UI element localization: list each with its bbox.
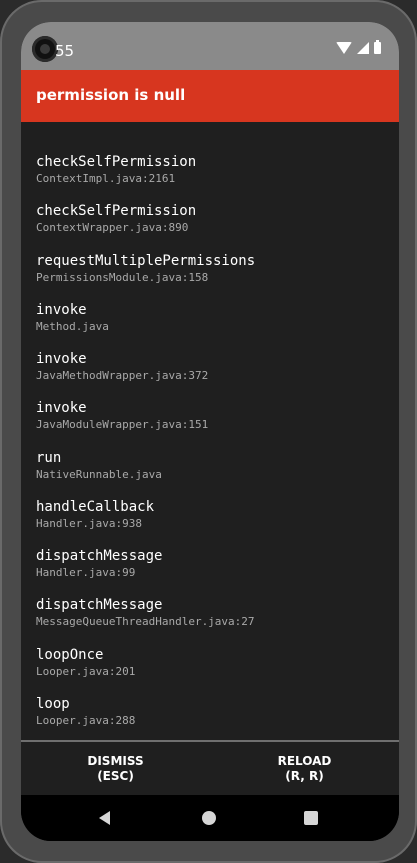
stack-frame[interactable]: invoke JavaModuleWrapper.java:151 — [36, 399, 208, 432]
recents-icon[interactable] — [304, 811, 318, 825]
battery-icon — [374, 40, 381, 54]
error-footer: DISMISS (ESC) RELOAD (R, R) — [21, 742, 399, 795]
status-bar: 55 — [21, 22, 399, 70]
stack-trace-list[interactable]: checkSelfPermission ContextImpl.java:216… — [21, 122, 399, 740]
device-screen: 55 permission is null checkSelfPermissio… — [21, 22, 399, 841]
frame-method: dispatchMessage — [36, 597, 163, 613]
frame-method: handleCallback — [36, 499, 155, 515]
dismiss-shortcut: (ESC) — [97, 768, 134, 783]
frame-method: run — [36, 450, 62, 466]
dismiss-button[interactable]: DISMISS (ESC) — [21, 742, 210, 795]
frame-file: MessageQueueThreadHandler.java:27 — [36, 615, 255, 628]
navigation-bar — [21, 795, 399, 841]
reload-label: RELOAD — [277, 753, 332, 768]
device-frame: 55 permission is null checkSelfPermissio… — [0, 0, 417, 863]
reload-shortcut: (R, R) — [285, 768, 324, 783]
frame-file: ContextWrapper.java:890 — [36, 221, 189, 234]
frame-method: requestMultiplePermissions — [36, 253, 256, 269]
frame-method: loop — [36, 696, 70, 712]
status-icons — [336, 40, 381, 54]
stack-frame[interactable]: run NativeRunnable.java — [36, 449, 162, 482]
frame-file: Looper.java:288 — [36, 714, 136, 727]
frame-method: checkSelfPermission — [36, 203, 197, 219]
frame-method: loopOnce — [36, 647, 104, 663]
stack-frame[interactable]: dispatchMessage Handler.java:99 — [36, 547, 162, 580]
cellular-signal-icon — [357, 42, 369, 54]
error-header: permission is null — [21, 70, 399, 122]
stack-frame[interactable]: handleCallback Handler.java:938 — [36, 498, 154, 531]
reload-button[interactable]: RELOAD (R, R) — [210, 742, 399, 795]
back-icon[interactable] — [99, 811, 110, 825]
frame-file: Looper.java:201 — [36, 665, 136, 678]
stack-frame[interactable]: invoke JavaMethodWrapper.java:372 — [36, 350, 208, 383]
frame-file: Handler.java:99 — [36, 566, 136, 579]
frame-method: invoke — [36, 400, 87, 416]
wifi-icon — [336, 42, 352, 54]
error-title: permission is null — [36, 86, 186, 104]
frame-file: ContextImpl.java:2161 — [36, 172, 176, 185]
frame-file: Handler.java:938 — [36, 517, 142, 530]
frame-file: JavaMethodWrapper.java:372 — [36, 369, 209, 382]
frame-method: checkSelfPermission — [36, 154, 197, 170]
stack-frame[interactable]: checkSelfPermission ContextWrapper.java:… — [36, 202, 196, 235]
stack-frame[interactable]: dispatchMessage MessageQueueThreadHandle… — [36, 596, 255, 629]
stack-frame[interactable]: requestMultiplePermissions PermissionsMo… — [36, 252, 255, 285]
frame-method: dispatchMessage — [36, 548, 163, 564]
stack-frame[interactable]: loop Looper.java:288 — [36, 695, 135, 728]
dismiss-label: DISMISS — [87, 753, 144, 768]
frame-method: invoke — [36, 302, 87, 318]
frame-file: NativeRunnable.java — [36, 468, 162, 481]
home-icon[interactable] — [202, 811, 216, 825]
stack-frame[interactable]: loopOnce Looper.java:201 — [36, 646, 135, 679]
status-time: 55 — [55, 42, 75, 60]
frame-file: Method.java — [36, 320, 109, 333]
frame-file: JavaModuleWrapper.java:151 — [36, 418, 209, 431]
frame-file: PermissionsModule.java:158 — [36, 271, 209, 284]
stack-frame[interactable]: checkSelfPermission ContextImpl.java:216… — [36, 153, 196, 186]
stack-frame[interactable]: invoke Method.java — [36, 301, 109, 334]
frame-method: invoke — [36, 351, 87, 367]
